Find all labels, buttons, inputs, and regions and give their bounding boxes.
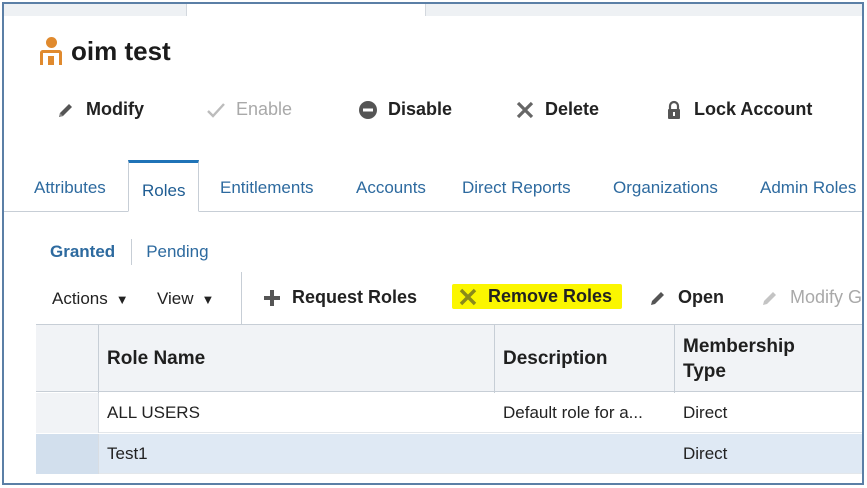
role-subtabs: Granted Pending: [50, 239, 209, 265]
user-toolbar: Modify Enable Disable Delete Lock Accoun…: [4, 99, 862, 125]
actions-menu[interactable]: Actions ▼: [52, 289, 129, 309]
disable-button[interactable]: Disable: [358, 99, 452, 120]
row-selector[interactable]: [36, 393, 99, 433]
roles-action-bar: Actions ▼ View ▼ Request Roles Remove Ro…: [4, 272, 862, 324]
detail-tabs: Attributes Roles Entitlements Accounts D…: [4, 160, 862, 212]
user-icon: [40, 36, 62, 67]
role-name-cell: ALL USERS: [107, 403, 200, 422]
remove-roles-button[interactable]: Remove Roles: [452, 284, 623, 309]
close-icon: [515, 100, 535, 120]
description-cell: Default role for a...: [503, 403, 643, 422]
remove-roles-label: Remove Roles: [488, 286, 613, 306]
membership-type-cell: Direct: [683, 403, 728, 422]
actions-menu-label: Actions: [52, 289, 108, 308]
table-header: Role Name Description Membership Type: [36, 324, 862, 393]
modify-grant-label: Modify G: [790, 287, 863, 307]
tab-accounts[interactable]: Accounts: [356, 178, 426, 198]
plus-icon: [262, 288, 282, 308]
tab-roles[interactable]: Roles: [128, 160, 200, 212]
view-menu[interactable]: View ▼: [157, 289, 214, 309]
tab-admin-roles[interactable]: Admin Roles: [760, 178, 856, 198]
tab-organizations[interactable]: Organizations: [613, 178, 718, 198]
membership-header-line2: Type: [683, 361, 726, 382]
modify-grant-button[interactable]: Modify G: [760, 287, 862, 308]
open-label: Open: [678, 287, 725, 307]
table-row[interactable]: ALL USERS Default role for a... Direct: [36, 393, 862, 433]
subtab-divider: [131, 239, 133, 265]
description-cell: [495, 434, 675, 474]
disable-label: Disable: [388, 99, 453, 119]
checkmark-icon: [206, 100, 226, 120]
page-title: oim test: [71, 36, 171, 66]
role-name-cell: Test1: [107, 444, 148, 463]
top-strip-segment: [425, 4, 862, 16]
caret-down-icon: ▼: [201, 291, 215, 307]
delete-label: Delete: [545, 99, 600, 119]
membership-header-line1: Membership: [683, 336, 795, 357]
remove-x-icon: [458, 287, 478, 307]
caret-down-icon: ▼: [115, 291, 129, 307]
user-header: oim test: [40, 36, 171, 67]
view-menu-label: View: [157, 289, 194, 308]
enable-label: Enable: [236, 99, 293, 119]
enable-button[interactable]: Enable: [206, 99, 292, 120]
request-roles-label: Request Roles: [292, 287, 418, 307]
top-strip: [4, 4, 862, 16]
row-selector[interactable]: [36, 434, 99, 474]
column-header-membership-type[interactable]: Membership Type: [675, 325, 862, 393]
minus-circle-icon: [358, 100, 378, 120]
column-header-role-name[interactable]: Role Name: [99, 325, 495, 393]
toolbar-divider: [241, 272, 242, 324]
lock-account-label: Lock Account: [694, 99, 813, 119]
modify-button[interactable]: Modify: [56, 99, 144, 120]
pencil-icon: [648, 288, 668, 308]
pencil-icon: [760, 288, 780, 308]
request-roles-button[interactable]: Request Roles: [262, 287, 417, 308]
column-header-description[interactable]: Description: [495, 325, 675, 393]
screenshot-frame: oim test Modify Enable Disable Delete Lo…: [2, 2, 864, 485]
open-button[interactable]: Open: [648, 287, 724, 308]
lock-icon: [664, 100, 684, 120]
tab-attributes[interactable]: Attributes: [34, 178, 106, 198]
subtab-pending[interactable]: Pending: [146, 242, 208, 262]
subtab-granted[interactable]: Granted: [50, 242, 115, 262]
pencil-icon: [56, 100, 76, 120]
top-strip-segment: [4, 4, 187, 16]
modify-label: Modify: [86, 99, 144, 119]
tab-direct-reports[interactable]: Direct Reports: [462, 178, 571, 198]
delete-button[interactable]: Delete: [515, 99, 599, 120]
table-row[interactable]: Test1 Direct: [36, 434, 862, 474]
membership-type-cell: Direct: [683, 444, 728, 463]
selector-column-header: [36, 325, 99, 393]
lock-account-button[interactable]: Lock Account: [664, 99, 812, 120]
tab-entitlements[interactable]: Entitlements: [220, 178, 314, 198]
